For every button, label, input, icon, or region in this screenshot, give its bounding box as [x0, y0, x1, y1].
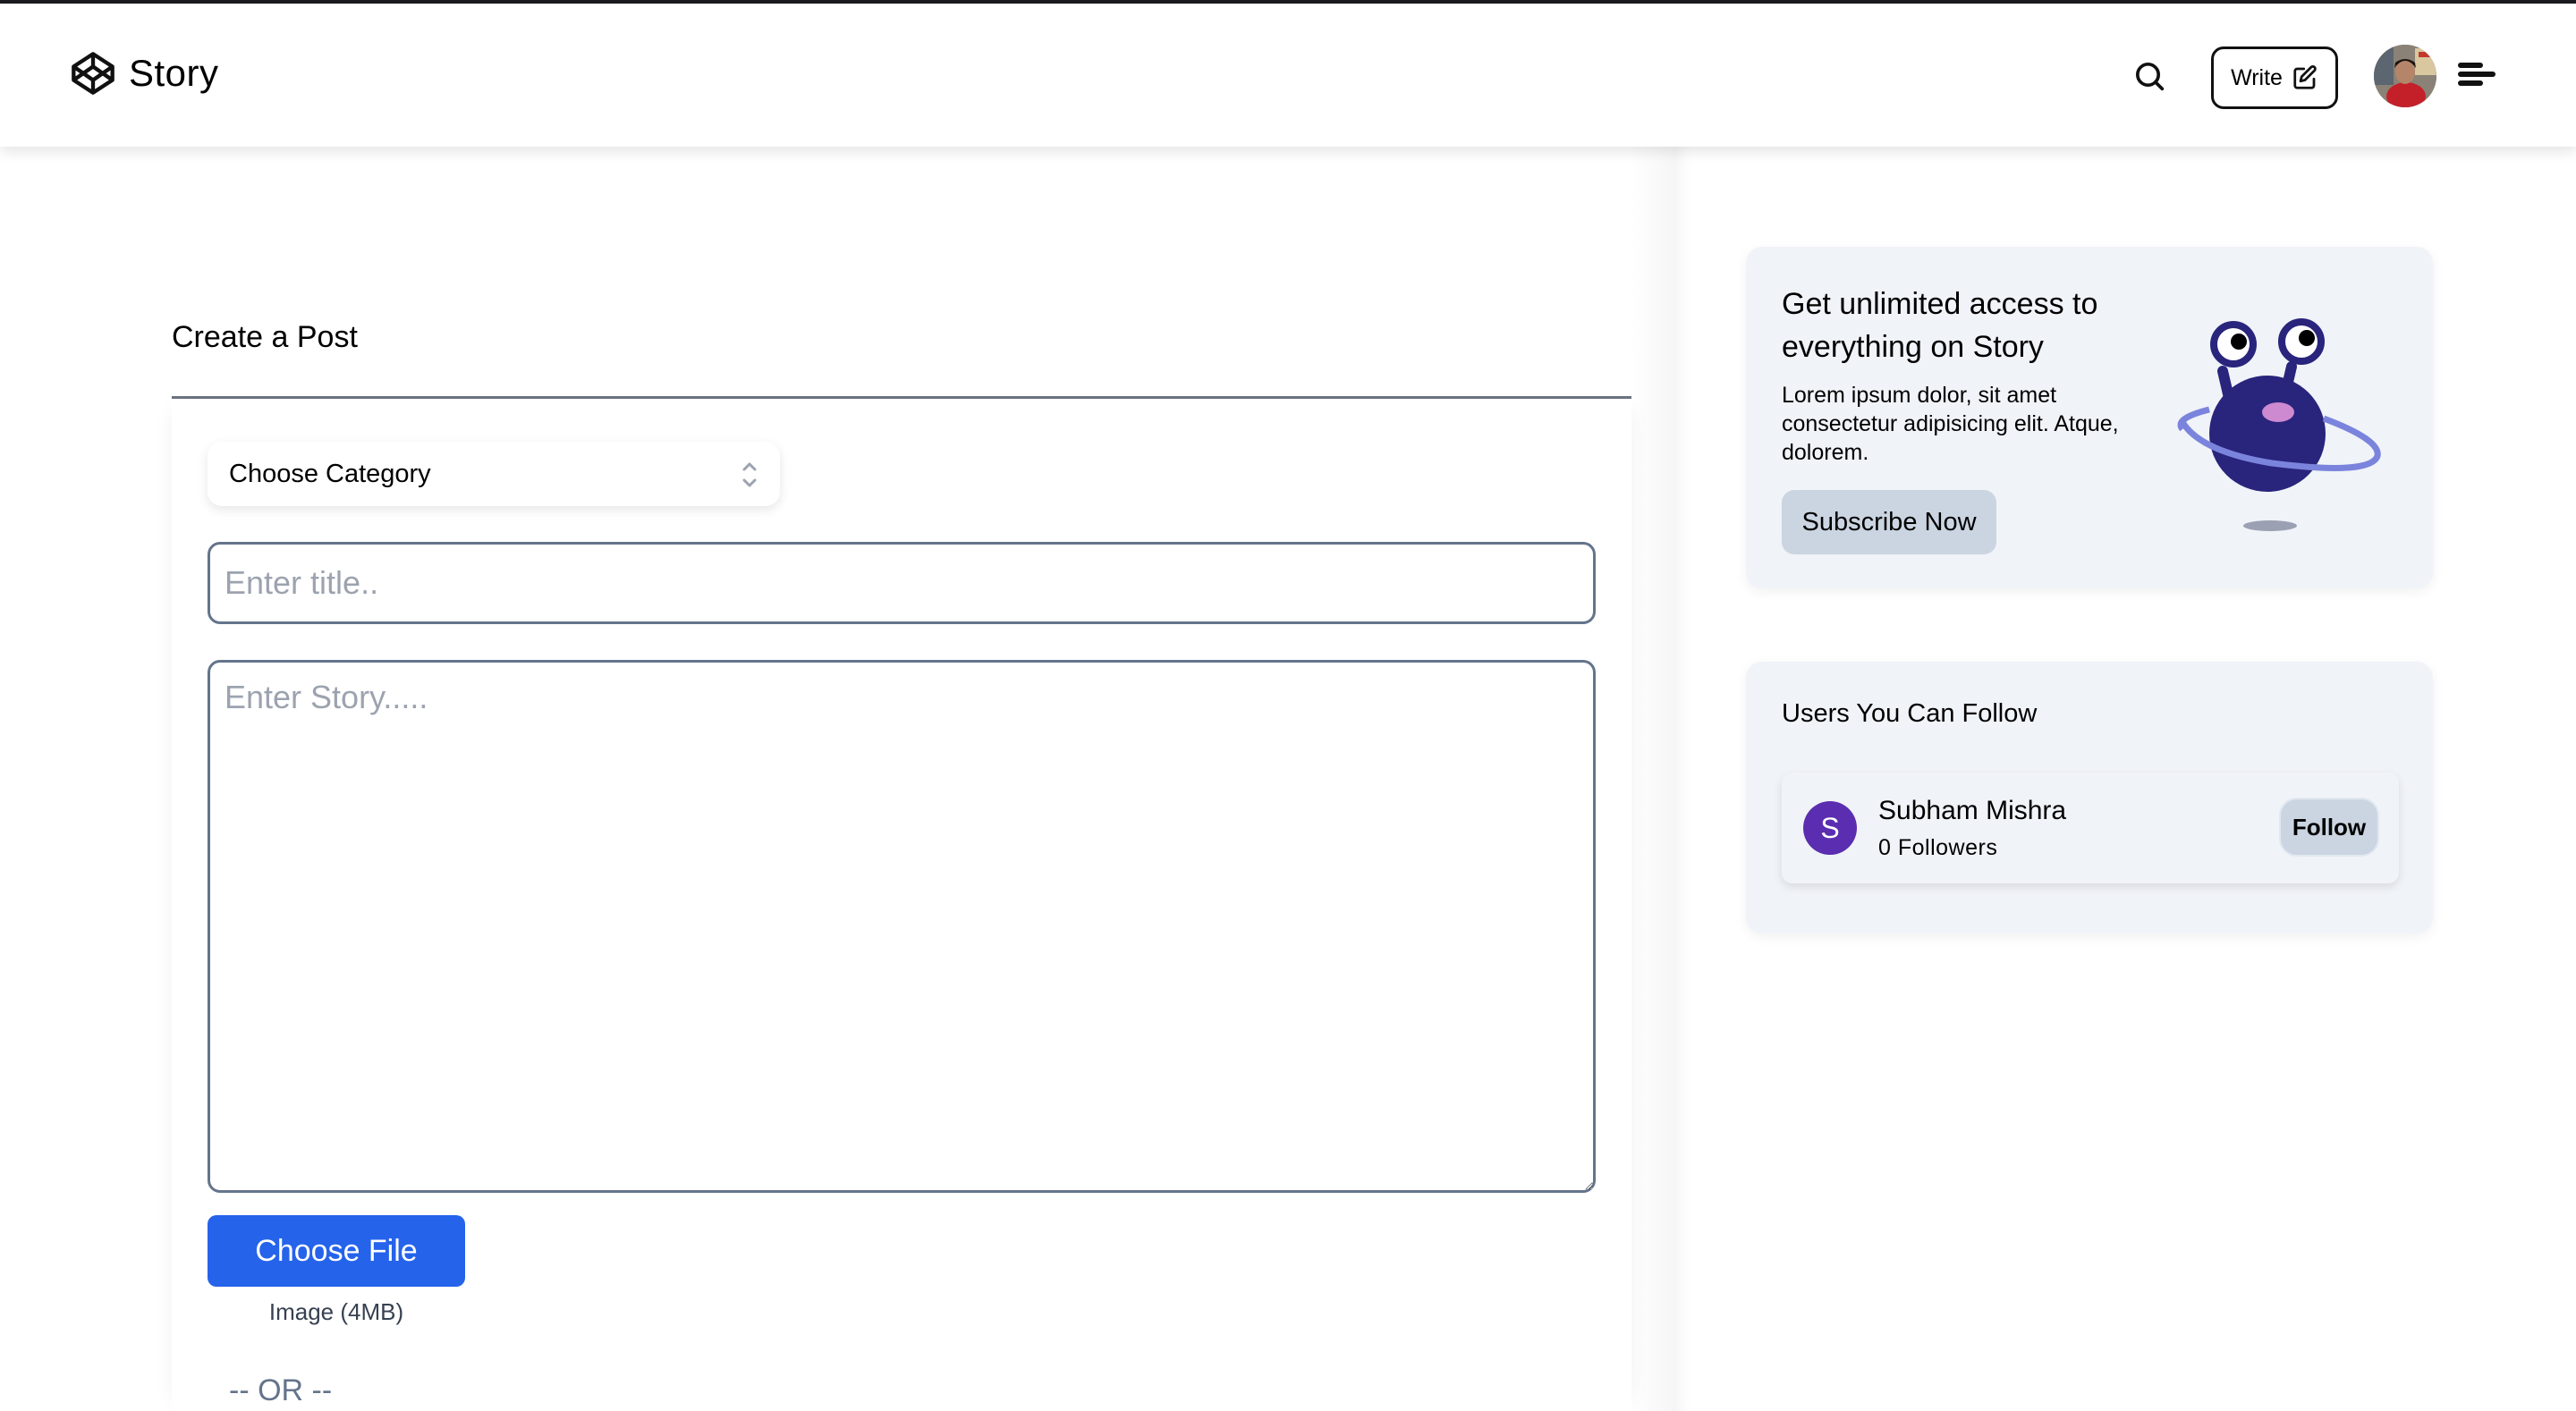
choose-file-button[interactable]: Choose File — [208, 1215, 465, 1287]
avatar-photo — [2374, 45, 2436, 107]
write-label: Write — [2231, 64, 2283, 90]
search-button[interactable] — [2132, 59, 2168, 95]
codepen-cube-icon — [72, 52, 114, 95]
subscribe-now-button[interactable]: Subscribe Now — [1782, 490, 1996, 554]
user-name[interactable]: Subham Mishra — [1878, 796, 2066, 826]
follow-button[interactable]: Follow — [2279, 798, 2379, 857]
brand-name: Story — [129, 52, 219, 94]
promo-title: Get unlimited access to everything on St… — [1782, 287, 2098, 364]
file-size-hint: Image (4MB) — [268, 1298, 404, 1325]
or-separator: -- OR -- — [229, 1373, 333, 1407]
page-title: Create a Post — [172, 320, 358, 354]
write-button[interactable]: Write — [2211, 46, 2338, 109]
menu-button[interactable] — [2458, 59, 2497, 89]
title-input[interactable] — [208, 542, 1596, 624]
search-icon — [2136, 63, 2165, 91]
story-textarea[interactable] — [208, 660, 1596, 1193]
follow-section-title: Users You Can Follow — [1782, 699, 2038, 728]
promo-description: Lorem ipsum dolor, sit amet consectetur … — [1782, 383, 2119, 465]
user-follower-count: 0 Followers — [1878, 835, 1998, 860]
sidebar-shadow — [1630, 147, 1674, 1411]
menu-icon — [2458, 63, 2483, 68]
subscription-promo-card: Get unlimited access to everything on St… — [1746, 247, 2433, 588]
user-initial-avatar[interactable]: S — [1803, 801, 1857, 855]
edit-icon — [2293, 64, 2317, 89]
profile-avatar[interactable] — [2374, 45, 2436, 107]
brand-logo[interactable]: Story — [70, 50, 219, 97]
chevron-up-down-icon — [742, 462, 757, 487]
user-suggestion-item: S Subham Mishra 0 Followers Follow — [1782, 773, 2399, 883]
users-to-follow-card: Users You Can Follow S Subham Mishra 0 F… — [1746, 662, 2433, 934]
navbar: Story Write — [0, 4, 2576, 147]
category-select[interactable]: Choose Category — [208, 442, 780, 506]
category-select-value: Choose Category — [229, 459, 431, 488]
alien-planet-illustration — [2177, 318, 2381, 531]
